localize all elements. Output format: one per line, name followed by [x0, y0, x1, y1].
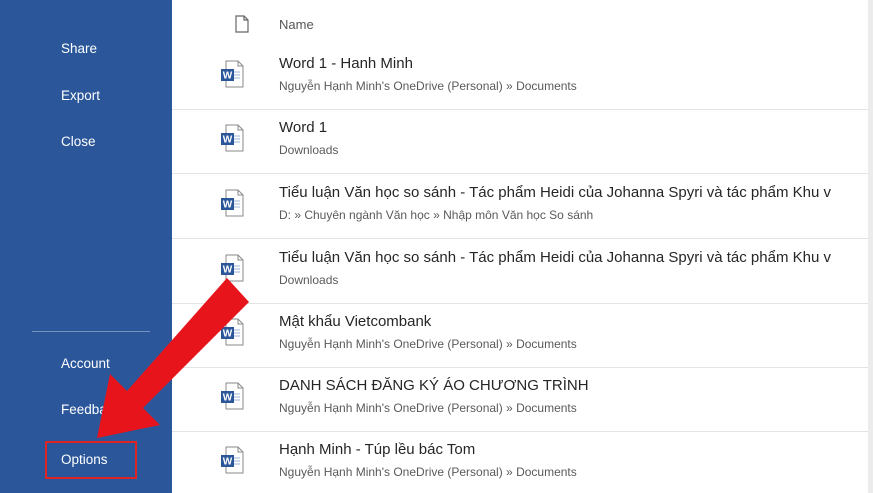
nav-export[interactable]: Export: [0, 79, 172, 113]
file-path: Nguyễn Hạnh Minh's OneDrive (Personal) »…: [279, 401, 577, 415]
word-doc-icon: W: [220, 254, 244, 287]
scroll-edge: [868, 0, 873, 493]
file-row[interactable]: W Tiểu luận Văn học so sánh - Tác phẩm H…: [172, 240, 873, 304]
word-doc-icon: W: [220, 446, 244, 479]
word-doc-icon: W: [220, 318, 244, 351]
file-path: Downloads: [279, 143, 339, 157]
list-header: Name: [172, 0, 873, 48]
file-row[interactable]: W DANH SÁCH ĐĂNG KÝ ÁO CHƯƠNG TRÌNH Nguy…: [172, 368, 873, 432]
svg-text:W: W: [223, 135, 233, 146]
file-path: D: » Chuyên ngành Văn học » Nhập môn Văn…: [279, 208, 594, 222]
word-doc-icon: W: [220, 382, 244, 415]
file-path: Downloads: [279, 273, 339, 287]
word-doc-icon: W: [220, 124, 244, 157]
file-row[interactable]: W Word 1 - Hanh Minh Nguyễn Hạnh Minh's …: [172, 46, 873, 110]
file-path: Nguyễn Hạnh Minh's OneDrive (Personal) »…: [279, 465, 577, 479]
svg-text:W: W: [223, 393, 233, 404]
file-row[interactable]: W Word 1 Downloads: [172, 110, 873, 174]
svg-text:W: W: [223, 457, 233, 468]
file-name: Tiểu luận Văn học so sánh - Tác phẩm Hei…: [279, 249, 831, 266]
word-doc-icon: W: [220, 189, 244, 222]
file-row[interactable]: W Hạnh Minh - Túp lều bác Tom Nguyễn Hạn…: [172, 432, 873, 493]
svg-text:W: W: [223, 329, 233, 340]
svg-text:W: W: [223, 265, 233, 276]
nav-close[interactable]: Close: [0, 125, 172, 159]
file-icon: [235, 15, 249, 38]
backstage-sidebar: Share Export Close Account Feedback Opti…: [0, 0, 172, 493]
file-path: Nguyễn Hạnh Minh's OneDrive (Personal) »…: [279, 79, 577, 93]
file-name: Word 1: [279, 119, 328, 136]
name-column-header[interactable]: Name: [279, 17, 314, 32]
file-name: Tiểu luận Văn học so sánh - Tác phẩm Hei…: [279, 184, 831, 201]
file-name: DANH SÁCH ĐĂNG KÝ ÁO CHƯƠNG TRÌNH: [279, 377, 589, 394]
file-row[interactable]: W Tiểu luận Văn học so sánh - Tác phẩm H…: [172, 175, 873, 239]
nav-share[interactable]: Share: [0, 32, 172, 66]
sidebar-divider: [32, 331, 150, 332]
word-doc-icon: W: [220, 60, 244, 93]
recent-files-panel: Name W Word 1 - Hanh Minh Nguyễn Hạnh Mi…: [172, 0, 873, 493]
file-row[interactable]: W Mật khẩu Vietcombank Nguyễn Hạnh Minh'…: [172, 304, 873, 368]
file-name: Word 1 - Hanh Minh: [279, 55, 413, 72]
nav-feedback[interactable]: Feedback: [0, 393, 172, 427]
file-name: Mật khẩu Vietcombank: [279, 313, 432, 330]
file-path: Nguyễn Hạnh Minh's OneDrive (Personal) »…: [279, 337, 577, 351]
nav-account[interactable]: Account: [0, 347, 172, 381]
options-highlight-box: [45, 441, 137, 479]
file-name: Hạnh Minh - Túp lều bác Tom: [279, 441, 476, 458]
svg-text:W: W: [223, 71, 233, 82]
svg-text:W: W: [223, 200, 233, 211]
